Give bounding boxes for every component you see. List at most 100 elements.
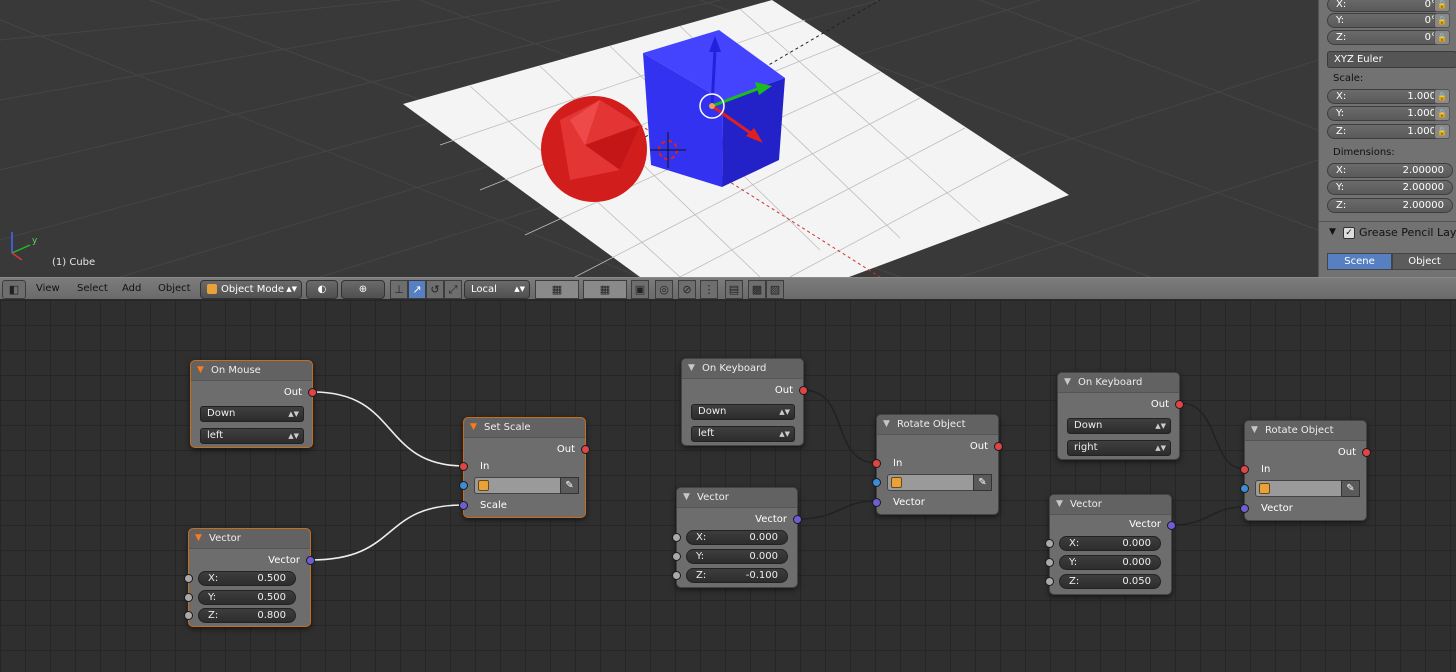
node-vector[interactable]: ▼ Vector Vector X: 0.000 Y: 0.000 Z: 0.050 — [1045, 494, 1176, 595]
input-socket[interactable] — [184, 593, 193, 602]
input-socket[interactable] — [459, 501, 468, 510]
menu-add[interactable]: Add — [122, 281, 141, 298]
input-socket[interactable] — [1045, 539, 1054, 548]
snap-target-icon[interactable]: ▤ — [725, 280, 743, 299]
3d-viewport[interactable]: y (1) Cube — [0, 0, 1318, 277]
output-socket[interactable] — [581, 445, 590, 454]
lock-icon[interactable]: 🔒 — [1434, 13, 1450, 28]
vector-x-field[interactable]: X: 0.000 — [686, 530, 788, 545]
event-type-select[interactable]: Down ▲▼ — [1067, 418, 1171, 434]
eyedropper-icon[interactable]: ✎ — [973, 474, 992, 491]
key-select[interactable]: left ▲▼ — [691, 426, 795, 442]
layers-group-2-icon[interactable]: ▦ — [583, 280, 627, 299]
rotate-manipulator-icon[interactable]: ↺ — [426, 280, 444, 299]
translate-manipulator-icon[interactable]: ↗ — [408, 280, 426, 299]
vector-y-field[interactable]: Y: 0.500 — [198, 590, 296, 605]
menu-select[interactable]: Select — [77, 281, 108, 298]
dimension-z-field[interactable]: Z: 2.00000 — [1327, 198, 1453, 213]
rotation-z-field[interactable]: Z: 0° — [1327, 30, 1445, 45]
vector-x-field[interactable]: X: 0.500 — [198, 571, 296, 586]
shading-select[interactable]: ◐ — [306, 280, 338, 299]
layer-lock-icon[interactable]: ▣ — [631, 280, 649, 299]
event-type-select[interactable]: Down ▲▼ — [691, 404, 795, 420]
pivot-select[interactable]: ⊕ — [341, 280, 385, 299]
scale-y-field[interactable]: Y: 1.000 — [1327, 106, 1445, 121]
manipulator-toggle-icon[interactable]: ⊥ — [390, 280, 408, 299]
output-socket[interactable] — [306, 556, 315, 565]
vector-y-field[interactable]: Y: 0.000 — [686, 549, 788, 564]
node-on-keyboard[interactable]: ▼ On Keyboard Out Down ▲▼ right ▲▼ — [1057, 372, 1184, 460]
scale-manipulator-icon[interactable]: ⤢ — [444, 280, 462, 299]
render-still-icon[interactable]: ▩ — [748, 280, 766, 299]
layers-group-1-icon[interactable]: ▦ — [535, 280, 579, 299]
collapse-triangle-icon[interactable]: ▼ — [1329, 227, 1336, 237]
scale-z-field[interactable]: Z: 1.000 — [1327, 124, 1445, 139]
tab-object[interactable]: Object — [1392, 253, 1456, 270]
input-socket[interactable] — [872, 498, 881, 507]
lock-icon[interactable]: 🔒 — [1434, 30, 1450, 45]
dimension-x-field[interactable]: X: 2.00000 — [1327, 163, 1453, 178]
input-socket[interactable] — [1045, 558, 1054, 567]
input-socket[interactable] — [872, 478, 881, 487]
node-set-scale[interactable]: ▼ Set Scale Out In ✎ Scale — [459, 417, 590, 518]
output-socket[interactable] — [793, 515, 802, 524]
input-socket[interactable] — [184, 611, 193, 620]
input-socket[interactable] — [672, 552, 681, 561]
dimension-y-field[interactable]: Y: 2.00000 — [1327, 180, 1453, 195]
input-socket[interactable] — [872, 459, 881, 468]
input-socket[interactable] — [1240, 484, 1249, 493]
input-socket[interactable] — [1240, 465, 1249, 474]
menu-object[interactable]: Object — [158, 281, 191, 298]
vector-x-field[interactable]: X: 0.000 — [1059, 536, 1161, 551]
rotation-y-field[interactable]: Y: 0° — [1327, 13, 1445, 28]
lock-icon[interactable]: 🔒 — [1434, 89, 1450, 104]
scale-x-field[interactable]: X: 1.000 — [1327, 89, 1445, 104]
node-on-mouse[interactable]: ▼ On Mouse Out Down ▲▼ left ▲▼ — [190, 360, 317, 448]
node-rotate-object[interactable]: ▼ Rotate Object Out In ✎ Vector — [872, 414, 1003, 515]
mouse-button-select[interactable]: left ▲▼ — [200, 428, 304, 444]
tab-scene[interactable]: Scene — [1327, 253, 1392, 270]
snap-element-icon[interactable]: ⋮ — [700, 280, 718, 299]
node-on-keyboard[interactable]: ▼ On Keyboard Out Down ▲▼ left ▲▼ — [681, 358, 808, 446]
node-rotate-object[interactable]: ▼ Rotate Object Out In ✎ Vector — [1240, 420, 1371, 521]
output-socket[interactable] — [1362, 448, 1371, 457]
grease-pencil-checkbox[interactable]: ✓ — [1343, 227, 1355, 239]
vector-z-field[interactable]: Z: 0.050 — [1059, 574, 1161, 589]
rotation-mode-select[interactable]: XYZ Euler — [1327, 51, 1456, 68]
input-socket[interactable] — [459, 481, 468, 490]
input-socket[interactable] — [1045, 577, 1054, 586]
output-socket[interactable] — [308, 388, 317, 397]
output-socket[interactable] — [994, 442, 1003, 451]
editor-type-icon[interactable]: ◧ — [2, 280, 26, 299]
object-field[interactable]: ✎ — [887, 474, 992, 491]
lock-icon[interactable]: 🔒 — [1434, 0, 1450, 12]
input-socket[interactable] — [672, 533, 681, 542]
lock-icon[interactable]: 🔒 — [1434, 106, 1450, 121]
input-socket[interactable] — [1240, 504, 1249, 513]
transform-orientation-select[interactable]: Local ▲▼ — [464, 280, 530, 299]
output-socket[interactable] — [1175, 400, 1184, 409]
vector-y-field[interactable]: Y: 0.000 — [1059, 555, 1161, 570]
proportional-edit-icon[interactable]: ◎ — [655, 280, 673, 299]
input-socket[interactable] — [459, 462, 468, 471]
event-type-select[interactable]: Down ▲▼ — [200, 406, 304, 422]
output-socket[interactable] — [1167, 521, 1176, 530]
key-select[interactable]: right ▲▼ — [1067, 440, 1171, 456]
vector-z-field[interactable]: Z: 0.800 — [198, 608, 296, 623]
node-vector[interactable]: ▼ Vector Vector X: 0.500 Y: 0.500 Z: 0.800 — [184, 528, 315, 627]
vector-z-field[interactable]: Z: -0.100 — [686, 568, 788, 583]
render-animation-icon[interactable]: ▨ — [766, 280, 784, 299]
node-editor[interactable]: ▼ On Mouse Out Down ▲▼ left ▲▼ ▼ Set Scale O… — [0, 300, 1456, 672]
input-socket[interactable] — [184, 574, 193, 583]
input-socket[interactable] — [672, 571, 681, 580]
node-vector[interactable]: ▼ Vector Vector X: 0.000 Y: 0.000 Z: -0.100 — [672, 487, 802, 588]
snap-toggle-icon[interactable]: ⊘ — [678, 280, 696, 299]
mode-select[interactable]: Object Mode ▲▼ — [200, 280, 302, 299]
rotation-x-field[interactable]: X: 0° — [1327, 0, 1445, 12]
eyedropper-icon[interactable]: ✎ — [560, 477, 579, 494]
lock-icon[interactable]: 🔒 — [1434, 124, 1450, 139]
eyedropper-icon[interactable]: ✎ — [1341, 480, 1360, 497]
output-socket[interactable] — [799, 386, 808, 395]
object-field[interactable]: ✎ — [474, 477, 579, 494]
menu-view[interactable]: View — [36, 281, 60, 298]
